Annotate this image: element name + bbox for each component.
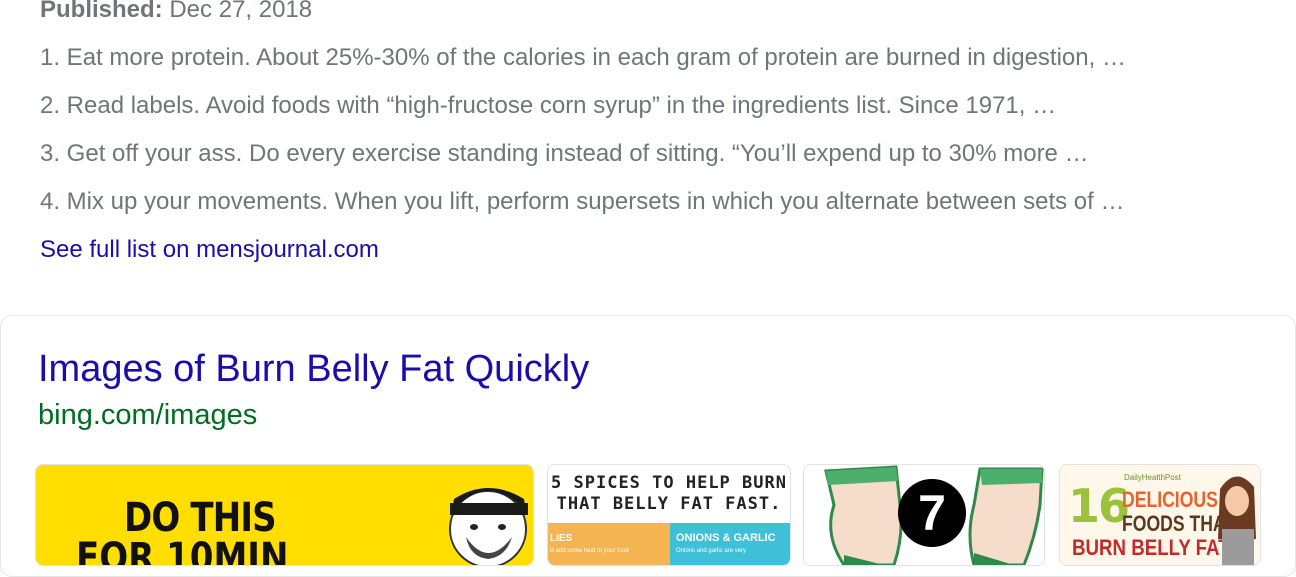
image-thumbnail-4[interactable]: DailyHealthPost 16 DELICIOUS FOODS THAT …: [1059, 464, 1261, 566]
thumb-band-left: [548, 523, 670, 565]
image-thumbnail-1[interactable]: DO THIS FOR 10MIN: [35, 464, 534, 566]
list-item: 2. Read labels. Avoid foods with “high-f…: [40, 92, 1057, 119]
images-card-url: bing.com/images: [38, 399, 258, 431]
published-date: Dec 27, 2018: [169, 0, 313, 23]
search-result-snippet: Published: Dec 27, 2018 1. Eat more prot…: [0, 0, 1296, 300]
thumb-logo: DailyHealthPost: [1124, 473, 1181, 482]
thumb-label: ONIONS & GARLIC: [676, 532, 776, 544]
image-thumbnail-3[interactable]: 7: [803, 464, 1045, 566]
list-item: 4. Mix up your movements. When you lift,…: [40, 188, 1125, 215]
thumb-subtext: ill add some heat to your food: [550, 548, 629, 554]
woman-illustration-icon: [1218, 476, 1256, 565]
thumb-label: LIES: [550, 533, 573, 544]
thumb-text: DELICIOUS: [1122, 487, 1218, 512]
list-item: 3. Get off your ass. Do every exercise s…: [40, 140, 1089, 167]
thumb-number: 16: [1068, 479, 1130, 533]
number-badge: 7: [898, 479, 966, 547]
man-illustration-icon: [449, 488, 528, 565]
see-full-list-link[interactable]: See full list on mensjournal.com: [40, 236, 379, 264]
published-label: Published:: [40, 0, 163, 23]
image-thumbnail-2[interactable]: 5 SPICES TO HELP BURN THAT BELLY FAT FAS…: [547, 464, 791, 566]
thumb-subtext: Onions and garlic are very: [676, 548, 747, 554]
list-item: 1. Eat more protein. About 25%-30% of th…: [40, 44, 1126, 71]
thumb-text: FOR 10MIN: [76, 535, 289, 566]
thumb-heading: 5 SPICES TO HELP BURN THAT BELLY FAT FAS…: [551, 473, 787, 514]
published-line: Published: Dec 27, 2018: [40, 0, 312, 24]
thumb-text: BURN BELLY FAT: [1072, 535, 1230, 560]
images-card-title[interactable]: Images of Burn Belly Fat Quickly: [38, 348, 589, 391]
thumb-band-right: [670, 523, 790, 565]
